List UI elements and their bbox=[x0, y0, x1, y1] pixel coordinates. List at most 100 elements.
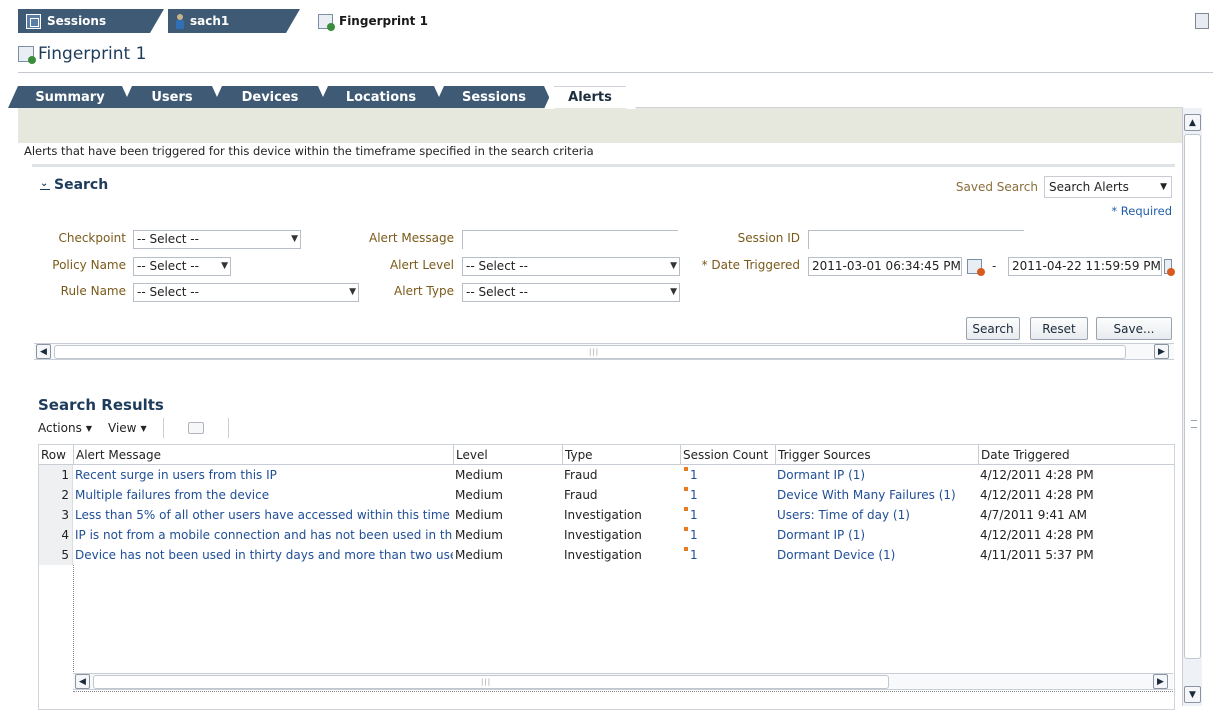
doc-tab-label: Fingerprint 1 bbox=[339, 14, 428, 28]
search-header[interactable]: ⌄ Search bbox=[40, 177, 108, 193]
type-cell: Investigation bbox=[564, 508, 642, 522]
session-count-cell: 1 bbox=[680, 545, 775, 565]
fingerprint-icon bbox=[18, 46, 36, 64]
vertical-scrollbar[interactable]: ▲ ▼ bbox=[1182, 108, 1202, 706]
date-from-input[interactable]: 2011-03-01 06:34:45 PM bbox=[808, 257, 962, 276]
type-cell: Fraud bbox=[564, 468, 598, 482]
tab-locations[interactable]: Locations bbox=[318, 86, 444, 108]
save-button[interactable]: Save... bbox=[1096, 317, 1172, 340]
alert-message-link[interactable]: Recent surge in users from this IP bbox=[73, 465, 453, 485]
scroll-right-icon[interactable]: ▶ bbox=[1153, 674, 1168, 689]
tab-alerts[interactable]: Alerts bbox=[544, 86, 636, 109]
column-header-trigger-sources[interactable]: Trigger Sources bbox=[775, 445, 978, 465]
required-note: * Required bbox=[1111, 204, 1172, 218]
column-header-row[interactable]: Row bbox=[39, 445, 73, 465]
column-header-date-triggered[interactable]: Date Triggered bbox=[978, 445, 1176, 465]
level-cell: Medium bbox=[455, 488, 503, 502]
chevron-down-icon: ▼ bbox=[85, 423, 92, 433]
column-header-alert-message[interactable]: Alert Message bbox=[73, 445, 453, 465]
chevron-down-icon: ▼ bbox=[670, 287, 677, 297]
alert-type-label: Alert Type bbox=[394, 284, 454, 298]
tab-label: Summary bbox=[35, 89, 105, 105]
date-triggered-cell: 4/7/2011 9:41 AM bbox=[980, 508, 1088, 522]
toolbar-separator bbox=[227, 418, 229, 438]
table-row[interactable]: 5 Device has not been used in thirty days… bbox=[39, 545, 1174, 565]
trigger-source-link[interactable]: Dormant IP (1) bbox=[775, 465, 978, 485]
search-button[interactable]: Search bbox=[966, 317, 1020, 340]
trigger-source-link[interactable]: Dormant IP (1) bbox=[775, 525, 978, 545]
detach-icon[interactable] bbox=[187, 422, 204, 434]
scroll-left-icon[interactable]: ◀ bbox=[36, 344, 51, 359]
close-tab-icon[interactable] bbox=[1195, 13, 1209, 29]
checkpoint-value: -- Select -- bbox=[137, 232, 199, 246]
tab-label: Devices bbox=[241, 89, 299, 105]
results-horizontal-scrollbar[interactable]: ◀ ||| ▶ bbox=[73, 673, 1173, 690]
document-tab-bar: Sessions sach1 Fingerprint 1 bbox=[18, 0, 1198, 34]
collapse-icon[interactable]: ⌄ bbox=[40, 179, 50, 190]
user-icon bbox=[176, 13, 184, 29]
alert-message-link[interactable]: Less than 5% of all other users have acc… bbox=[73, 505, 453, 525]
policy-name-select[interactable]: -- Select -- ▼ bbox=[133, 257, 231, 276]
alert-type-select[interactable]: -- Select -- ▼ bbox=[462, 283, 680, 302]
tab-devices[interactable]: Devices bbox=[212, 86, 328, 108]
scroll-grip: ||| bbox=[481, 678, 492, 686]
table-row[interactable]: 2 Multiple failures from the device Medium… bbox=[39, 485, 1174, 505]
sub-tab-bar: Summary Users Devices Locations Sessions… bbox=[8, 82, 1183, 109]
scroll-thumb[interactable] bbox=[1184, 134, 1201, 659]
session-marker-icon bbox=[684, 547, 688, 551]
chevron-down-icon: ▼ bbox=[140, 423, 147, 433]
saved-search-select[interactable]: Search Alerts ▼ bbox=[1044, 176, 1172, 198]
calendar-icon[interactable] bbox=[1164, 259, 1175, 276]
alerts-description: Alerts that have been triggered for this… bbox=[24, 144, 594, 158]
alert-level-select[interactable]: -- Select -- ▼ bbox=[462, 257, 680, 276]
tab-sessions[interactable]: Sessions bbox=[434, 86, 554, 108]
scroll-left-icon[interactable]: ◀ bbox=[75, 674, 90, 689]
trigger-source-link[interactable]: Dormant Device (1) bbox=[775, 545, 978, 565]
fingerprint-icon bbox=[318, 13, 335, 31]
column-header-session-count[interactable]: Session Count bbox=[680, 445, 775, 465]
table-row[interactable]: 3 Less than 5% of all other users have ac… bbox=[39, 505, 1174, 525]
level-cell: Medium bbox=[455, 508, 503, 522]
rule-name-label: Rule Name bbox=[60, 284, 126, 298]
reset-button[interactable]: Reset bbox=[1030, 317, 1088, 340]
alert-level-label: Alert Level bbox=[389, 258, 454, 272]
scroll-down-icon[interactable]: ▼ bbox=[1184, 686, 1201, 703]
scroll-up-icon[interactable]: ▲ bbox=[1184, 114, 1201, 131]
alert-message-link[interactable]: IP is not from a mobile connection and h… bbox=[73, 525, 453, 545]
doc-tab-fingerprint[interactable]: Fingerprint 1 bbox=[310, 9, 450, 33]
actions-menu[interactable]: Actions ▼ bbox=[38, 421, 92, 435]
level-cell: Medium bbox=[455, 548, 503, 562]
doc-tab-sessions[interactable]: Sessions bbox=[18, 9, 164, 33]
session-count-cell: 1 bbox=[680, 485, 775, 505]
doc-tab-user[interactable]: sach1 bbox=[168, 9, 300, 33]
calendar-icon[interactable] bbox=[967, 259, 985, 276]
tab-summary[interactable]: Summary bbox=[8, 86, 132, 108]
page-title: Fingerprint 1 bbox=[18, 44, 146, 64]
trigger-source-link[interactable]: Users: Time of day (1) bbox=[775, 505, 978, 525]
alert-message-input[interactable] bbox=[462, 230, 678, 249]
row-number-cell: 1 bbox=[61, 468, 69, 482]
alert-message-link[interactable]: Device has not been used in thirty days … bbox=[73, 545, 453, 565]
column-header-level[interactable]: Level bbox=[453, 445, 562, 465]
session-marker-icon bbox=[684, 507, 688, 511]
session-id-input[interactable] bbox=[808, 230, 1024, 249]
alert-level-value: -- Select -- bbox=[466, 259, 528, 273]
view-menu[interactable]: View ▼ bbox=[108, 421, 147, 435]
scroll-right-icon[interactable]: ▶ bbox=[1154, 344, 1169, 359]
session-count-cell: 1 bbox=[680, 505, 775, 525]
session-count-cell: 1 bbox=[680, 525, 775, 545]
column-header-type[interactable]: Type bbox=[562, 445, 680, 465]
search-panel: ⌄ Search Saved Search Search Alerts ▼ * … bbox=[32, 164, 1175, 360]
table-row[interactable]: 1 Recent surge in users from this IP Mediu… bbox=[39, 465, 1174, 485]
checkpoint-select[interactable]: -- Select -- ▼ bbox=[133, 230, 301, 249]
alert-message-link[interactable]: Multiple failures from the device bbox=[73, 485, 453, 505]
trigger-source-link[interactable]: Device With Many Failures (1) bbox=[775, 485, 978, 505]
tab-users[interactable]: Users bbox=[122, 86, 222, 108]
tab-label: Alerts bbox=[568, 90, 612, 105]
rule-name-select[interactable]: -- Select -- ▼ bbox=[133, 283, 359, 302]
rule-name-value: -- Select -- bbox=[137, 285, 199, 299]
search-horizontal-scrollbar[interactable]: ◀ ||| ▶ bbox=[34, 343, 1174, 360]
date-to-input[interactable]: 2011-04-22 11:59:59 PM bbox=[1008, 257, 1162, 276]
table-row[interactable]: 4 IP is not from a mobile connection and … bbox=[39, 525, 1174, 545]
doc-tab-label: Sessions bbox=[47, 14, 107, 28]
